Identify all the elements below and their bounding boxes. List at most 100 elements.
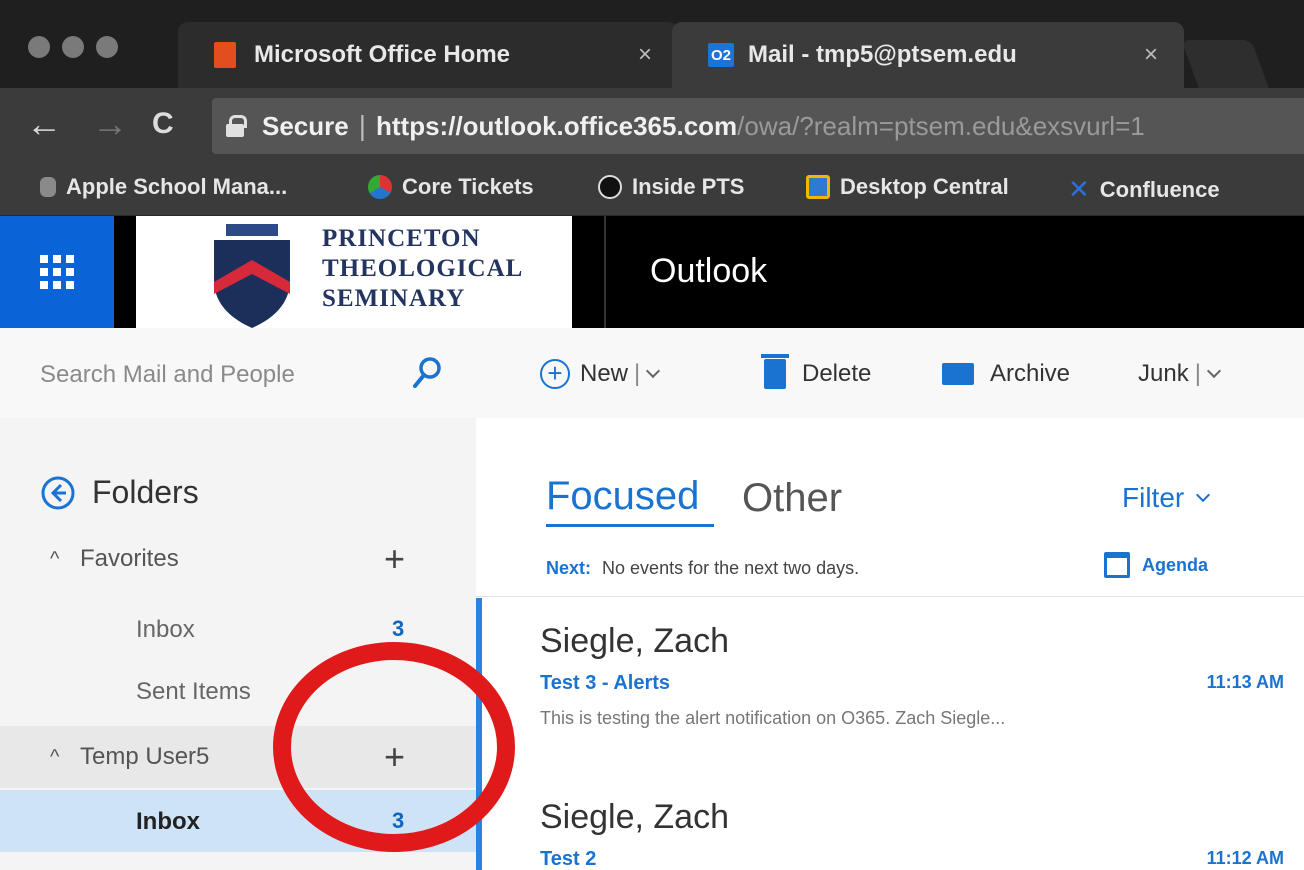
bookmark-label: Desktop Central — [840, 174, 1009, 199]
url-separator: | — [358, 110, 367, 141]
bookmark-confluence[interactable]: ✕ Confluence — [1068, 174, 1220, 205]
url-host: https://outlook.office365.com — [376, 110, 738, 141]
app-title[interactable]: Outlook — [650, 252, 767, 291]
agenda-label: Agenda — [1142, 554, 1209, 575]
zoom-window-button[interactable] — [96, 36, 118, 58]
minimize-window-button[interactable] — [62, 36, 84, 58]
group-label: Favorites — [80, 545, 179, 572]
close-window-button[interactable] — [28, 36, 50, 58]
add-folder-button[interactable]: + — [384, 736, 405, 778]
app-launcher-button[interactable] — [0, 216, 114, 328]
apple-icon — [40, 177, 56, 197]
folders-title: Folders — [92, 474, 199, 510]
command-label: New — [580, 360, 629, 387]
new-tab-button[interactable] — [1181, 40, 1269, 88]
back-arrow-icon — [41, 476, 75, 509]
unread-count: 3 — [392, 616, 405, 641]
folder-label: Inbox — [136, 616, 195, 643]
filter-button[interactable]: Filter — [1122, 482, 1211, 514]
add-favorite-button[interactable]: + — [384, 538, 405, 580]
bookmark-core-tickets[interactable]: Core Tickets — [368, 174, 534, 200]
folder-item-sent-items[interactable]: Sent Items — [0, 660, 476, 722]
browser-toolbar: ← → C Secure | https://outlook.office365… — [0, 88, 1304, 164]
bookmark-label: Inside PTS — [632, 174, 745, 199]
agenda-button[interactable]: Agenda — [1104, 552, 1208, 578]
confluence-icon: ✕ — [1068, 174, 1090, 204]
list-divider — [476, 596, 1304, 597]
reload-button[interactable]: C — [152, 104, 174, 144]
search-icon[interactable] — [412, 356, 442, 390]
tab-office-home[interactable]: Microsoft Office Home × — [178, 22, 678, 88]
message-subject: Test 2 — [540, 848, 597, 870]
command-label: Archive — [990, 360, 1071, 387]
archive-button[interactable]: Archive — [942, 352, 1070, 396]
chevron-down-icon — [1196, 487, 1211, 503]
close-tab-icon[interactable]: × — [638, 41, 652, 69]
close-tab-icon[interactable]: × — [1144, 41, 1158, 69]
archive-icon — [942, 363, 974, 385]
url-path: /owa/?realm=ptsem.edu&exsvurl=1 — [737, 110, 1145, 141]
tab-title: Microsoft Office Home — [254, 41, 511, 68]
unread-count: 3 — [392, 808, 405, 833]
waffle-icon — [40, 255, 74, 289]
search-input[interactable] — [40, 358, 380, 392]
seminary-name-line: SEMINARY — [322, 285, 466, 312]
delete-button[interactable]: Delete — [761, 352, 871, 396]
folders-back-button[interactable]: Folders — [40, 474, 199, 511]
seminary-name: PRINCETON THEOLOGICAL SEMINARY — [322, 224, 523, 314]
next-label: Next: — [546, 558, 592, 578]
outlook-icon: O2 — [708, 43, 734, 67]
message-sender: Siegle, Zach — [540, 622, 729, 660]
selection-accent-bar — [476, 598, 482, 870]
message-time: 11:13 AM — [1206, 672, 1284, 692]
junk-button[interactable]: Junk | — [1138, 352, 1222, 396]
group-label: Temp User5 — [80, 743, 210, 770]
message-list: Focused Other Filter Next: No events for… — [476, 418, 1304, 870]
next-events-banner: Next: No events for the next two days. — [546, 558, 859, 579]
lock-icon — [226, 115, 247, 137]
chevron-down-icon[interactable] — [1206, 363, 1222, 379]
command-bar: + New | Delete Archive Junk | — [476, 328, 1304, 418]
seminary-logo[interactable]: PRINCETON THEOLOGICAL SEMINARY — [136, 216, 572, 328]
inside-pts-icon — [598, 175, 622, 199]
folder-label: Sent Items — [136, 678, 251, 705]
bookmark-desktop-central[interactable]: Desktop Central — [806, 174, 1009, 200]
bookmarks-bar: Apple School Mana... Core Tickets Inside… — [0, 164, 1304, 216]
tab-focused[interactable]: Focused — [546, 474, 699, 519]
office-icon — [214, 42, 236, 68]
new-message-button[interactable]: + New | — [540, 352, 661, 396]
message-sender: Siegle, Zach — [540, 798, 729, 836]
account-group-header[interactable]: ^ Temp User5 + — [0, 726, 476, 788]
tab-other[interactable]: Other — [742, 476, 842, 521]
message-time: 11:12 AM — [1206, 848, 1284, 868]
back-button[interactable]: ← — [26, 104, 62, 144]
chevron-down-icon[interactable] — [646, 363, 661, 379]
shield-logo-icon — [214, 224, 290, 328]
split-divider: | — [1194, 360, 1201, 387]
plus-circle-icon: + — [540, 359, 570, 389]
secure-label: Secure — [262, 110, 349, 141]
collapse-caret-icon[interactable]: ^ — [50, 746, 59, 769]
split-divider: | — [634, 360, 641, 387]
tab-title: Mail - tmp5@ptsem.edu — [748, 41, 1017, 68]
core-tickets-icon — [368, 175, 392, 199]
message-item[interactable]: Siegle, Zach Test 3 - Alerts 11:13 AM Th… — [540, 622, 1300, 752]
tab-mail[interactable]: O2 Mail - tmp5@ptsem.edu × — [672, 22, 1184, 88]
folder-item-favorites-inbox[interactable]: Inbox 3 — [0, 598, 476, 660]
next-text: No events for the next two days. — [602, 558, 860, 578]
address-bar[interactable]: Secure | https://outlook.office365.com /… — [212, 98, 1304, 154]
desktop-central-icon — [806, 175, 830, 199]
favorites-group-header[interactable]: ^ Favorites + — [0, 528, 476, 590]
folder-item-account-inbox[interactable]: Inbox 3 — [0, 790, 476, 852]
bookmark-label: Core Tickets — [402, 174, 534, 199]
message-preview: This is testing the alert notification o… — [540, 708, 1006, 728]
bookmark-inside-pts[interactable]: Inside PTS — [598, 174, 744, 200]
message-subject: Test 3 - Alerts — [540, 672, 671, 694]
message-item[interactable]: Siegle, Zach Test 2 11:12 AM — [540, 798, 1300, 870]
collapse-caret-icon[interactable]: ^ — [50, 548, 59, 571]
forward-button[interactable]: → — [92, 104, 128, 144]
bookmark-apple-school-manager[interactable]: Apple School Mana... — [40, 174, 287, 200]
command-label: Junk — [1138, 360, 1189, 387]
header-divider — [604, 216, 606, 328]
trash-icon — [761, 354, 789, 389]
